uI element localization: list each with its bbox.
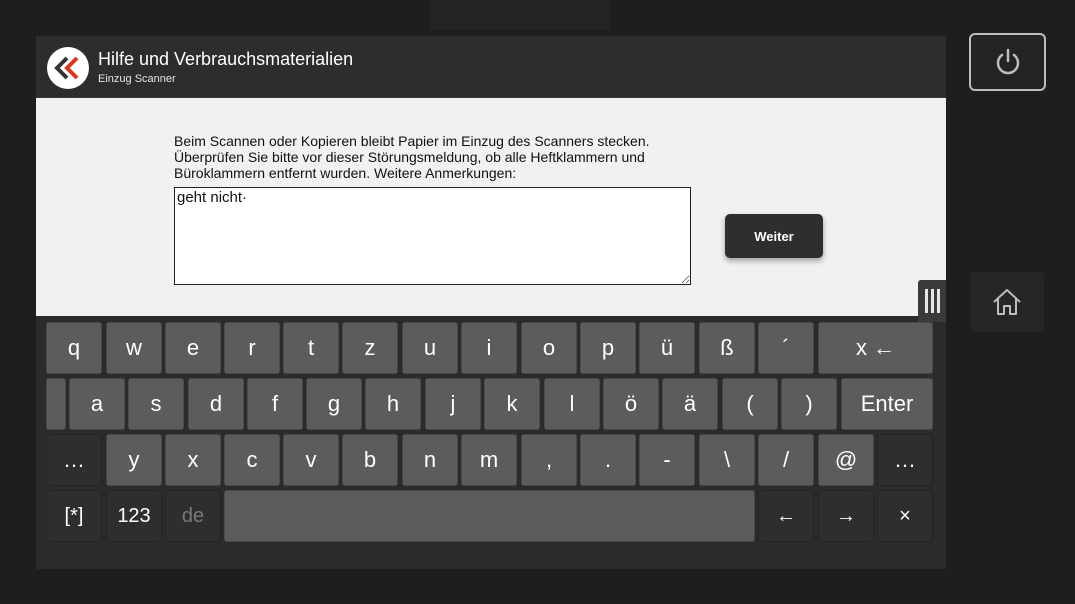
keyboard-drag-handle[interactable] bbox=[918, 280, 946, 322]
key-enter[interactable]: Enter bbox=[841, 378, 933, 430]
grip-bar bbox=[924, 289, 928, 313]
key-eszett[interactable]: ß bbox=[699, 322, 755, 374]
key-d[interactable]: d bbox=[188, 378, 244, 430]
back-button[interactable] bbox=[47, 47, 89, 89]
key-language[interactable]: de bbox=[165, 490, 221, 542]
header: Hilfe und Verbrauchsmaterialien Einzug S… bbox=[36, 36, 946, 98]
key-n[interactable]: n bbox=[402, 434, 458, 486]
key-p[interactable]: p bbox=[580, 322, 636, 374]
key-h[interactable]: h bbox=[365, 378, 421, 430]
key-c[interactable]: c bbox=[224, 434, 280, 486]
key-s[interactable]: s bbox=[128, 378, 184, 430]
key-k[interactable]: k bbox=[484, 378, 540, 430]
key-paren-close[interactable]: ) bbox=[781, 378, 837, 430]
key-hyphen[interactable]: - bbox=[639, 434, 695, 486]
key-f[interactable]: f bbox=[247, 378, 303, 430]
key-spacer-left bbox=[46, 378, 66, 430]
key-backspace[interactable]: x ← bbox=[818, 322, 933, 374]
key-space[interactable] bbox=[224, 490, 755, 542]
main-panel: Hilfe und Verbrauchsmaterialien Einzug S… bbox=[36, 36, 946, 569]
key-acute[interactable]: ´ bbox=[758, 322, 814, 374]
key-q[interactable]: q bbox=[46, 322, 102, 374]
key-m[interactable]: m bbox=[461, 434, 517, 486]
grip-bar bbox=[930, 289, 934, 313]
key-v[interactable]: v bbox=[283, 434, 339, 486]
key-u-umlaut[interactable]: ü bbox=[639, 322, 695, 374]
notes-textarea[interactable]: geht nicht· bbox=[174, 187, 691, 285]
key-arrow-right[interactable]: → bbox=[818, 490, 874, 542]
key-o[interactable]: o bbox=[521, 322, 577, 374]
key-j[interactable]: j bbox=[425, 378, 481, 430]
key-r[interactable]: r bbox=[224, 322, 280, 374]
key-x[interactable]: x bbox=[165, 434, 221, 486]
page-subtitle: Einzug Scanner bbox=[98, 73, 176, 85]
key-z[interactable]: z bbox=[342, 322, 398, 374]
on-screen-keyboard: q w e r t z u i o p ü ß ´ x ← a s d f g … bbox=[42, 318, 936, 564]
key-comma[interactable]: , bbox=[521, 434, 577, 486]
key-a[interactable]: a bbox=[69, 378, 125, 430]
grip-bar bbox=[936, 289, 940, 313]
key-a-umlaut[interactable]: ä bbox=[662, 378, 718, 430]
key-e[interactable]: e bbox=[165, 322, 221, 374]
instruction-text: Beim Scannen oder Kopieren bleibt Papier… bbox=[174, 133, 650, 181]
key-more-left[interactable]: … bbox=[46, 434, 102, 486]
key-y[interactable]: y bbox=[106, 434, 162, 486]
key-slash[interactable]: / bbox=[758, 434, 814, 486]
power-icon bbox=[996, 48, 1019, 75]
next-button[interactable]: Weiter bbox=[725, 214, 823, 258]
home-button[interactable] bbox=[970, 272, 1044, 332]
top-bar-edge bbox=[430, 0, 610, 30]
key-l[interactable]: l bbox=[544, 378, 600, 430]
key-more-right[interactable]: … bbox=[877, 434, 933, 486]
key-paren-open[interactable]: ( bbox=[722, 378, 778, 430]
key-g[interactable]: g bbox=[306, 378, 362, 430]
key-at[interactable]: @ bbox=[818, 434, 874, 486]
key-b[interactable]: b bbox=[342, 434, 398, 486]
double-chevron-left-icon bbox=[54, 56, 79, 80]
page-title: Hilfe und Verbrauchsmaterialien bbox=[98, 49, 354, 69]
key-u[interactable]: u bbox=[402, 322, 458, 374]
key-i[interactable]: i bbox=[461, 322, 517, 374]
key-period[interactable]: . bbox=[580, 434, 636, 486]
key-backslash[interactable]: \ bbox=[699, 434, 755, 486]
home-icon bbox=[993, 289, 1021, 315]
key-close-keyboard[interactable]: × bbox=[877, 490, 933, 542]
power-button[interactable] bbox=[969, 33, 1046, 91]
key-arrow-left[interactable]: ← bbox=[758, 490, 814, 542]
key-t[interactable]: t bbox=[283, 322, 339, 374]
key-symbols[interactable]: [*] bbox=[46, 490, 102, 542]
key-numbers[interactable]: 123 bbox=[106, 490, 162, 542]
key-o-umlaut[interactable]: ö bbox=[603, 378, 659, 430]
content-area: Beim Scannen oder Kopieren bleibt Papier… bbox=[36, 98, 946, 316]
key-w[interactable]: w bbox=[106, 322, 162, 374]
